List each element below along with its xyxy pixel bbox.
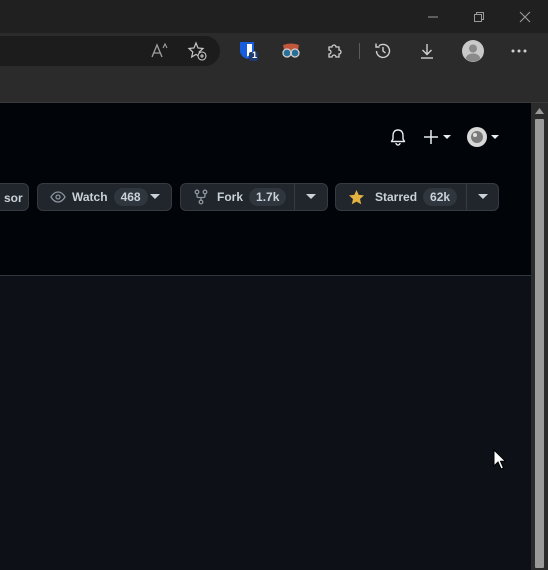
fork-button[interactable]: Fork 1.7k [180, 183, 328, 211]
repository-header: sor Watch 468 Fork 1.7k Starred 62k [0, 167, 531, 276]
chevron-down-icon [150, 194, 160, 199]
read-aloud-icon [151, 42, 168, 58]
plus-dropdown-icon [424, 130, 451, 144]
toolbar-separator [359, 43, 360, 59]
star-lists-dropdown-toggle[interactable] [466, 184, 498, 210]
scroll-up-arrow-icon[interactable] [535, 108, 544, 114]
fork-icon [194, 189, 208, 205]
toolbar-lower-band [0, 70, 548, 103]
bell-icon [390, 129, 406, 146]
profile-button[interactable] [458, 37, 488, 65]
close-icon [519, 11, 531, 22]
close-button[interactable] [502, 0, 548, 33]
scrollbar-thumb[interactable] [535, 119, 544, 568]
chevron-down-icon [477, 194, 488, 199]
browser-toolbar: 1 [0, 33, 548, 70]
add-favorite-icon [187, 41, 207, 61]
create-new-button[interactable] [423, 128, 453, 146]
starred-label: Starred [375, 190, 418, 204]
minimize-button[interactable] [410, 0, 456, 33]
page-scrollbar[interactable] [531, 103, 548, 570]
fork-label: Fork [217, 190, 244, 204]
extensions-button[interactable] [320, 37, 350, 65]
fork-dropdown-toggle[interactable] [294, 184, 327, 210]
watch-count: 468 [113, 188, 148, 206]
more-icon [511, 49, 527, 53]
restore-icon [474, 11, 484, 22]
github-header [0, 103, 531, 167]
chevron-down-icon [306, 194, 316, 199]
starred-button[interactable]: Starred 62k [335, 183, 499, 211]
sponsor-label: sor [4, 191, 23, 205]
eye-icon [50, 191, 66, 203]
star-filled-icon [349, 189, 364, 204]
star-count: 62k [423, 188, 458, 206]
bitwarden-badge: 1 [252, 50, 258, 60]
notifications-button[interactable] [389, 128, 407, 151]
download-icon [421, 44, 433, 59]
add-favorite-button[interactable] [182, 37, 212, 65]
extension-glasses-icon [282, 43, 300, 58]
extension-glasses-button[interactable] [276, 37, 306, 65]
web-page: sor Watch 468 Fork 1.7k Starred 62k [0, 103, 531, 570]
fork-count: 1.7k [249, 188, 287, 206]
restore-button[interactable] [456, 0, 502, 33]
watch-label: Watch [72, 190, 108, 204]
watch-button[interactable]: Watch 468 [37, 183, 172, 211]
profile-icon [462, 40, 484, 62]
history-button[interactable] [368, 37, 398, 65]
window-titlebar [0, 0, 548, 33]
user-avatar-menu[interactable] [466, 126, 500, 148]
menu-button[interactable] [504, 37, 534, 65]
mouse-cursor-icon [493, 449, 507, 470]
bitwarden-extension-button[interactable]: 1 [233, 37, 263, 65]
history-icon [375, 43, 391, 59]
puzzle-icon [328, 44, 342, 58]
avatar-icon [467, 127, 499, 147]
read-aloud-button[interactable] [145, 37, 175, 65]
sponsor-button[interactable]: sor [0, 183, 29, 211]
downloads-button[interactable] [412, 37, 442, 65]
minimize-icon [428, 16, 438, 17]
address-bar[interactable] [0, 36, 220, 66]
